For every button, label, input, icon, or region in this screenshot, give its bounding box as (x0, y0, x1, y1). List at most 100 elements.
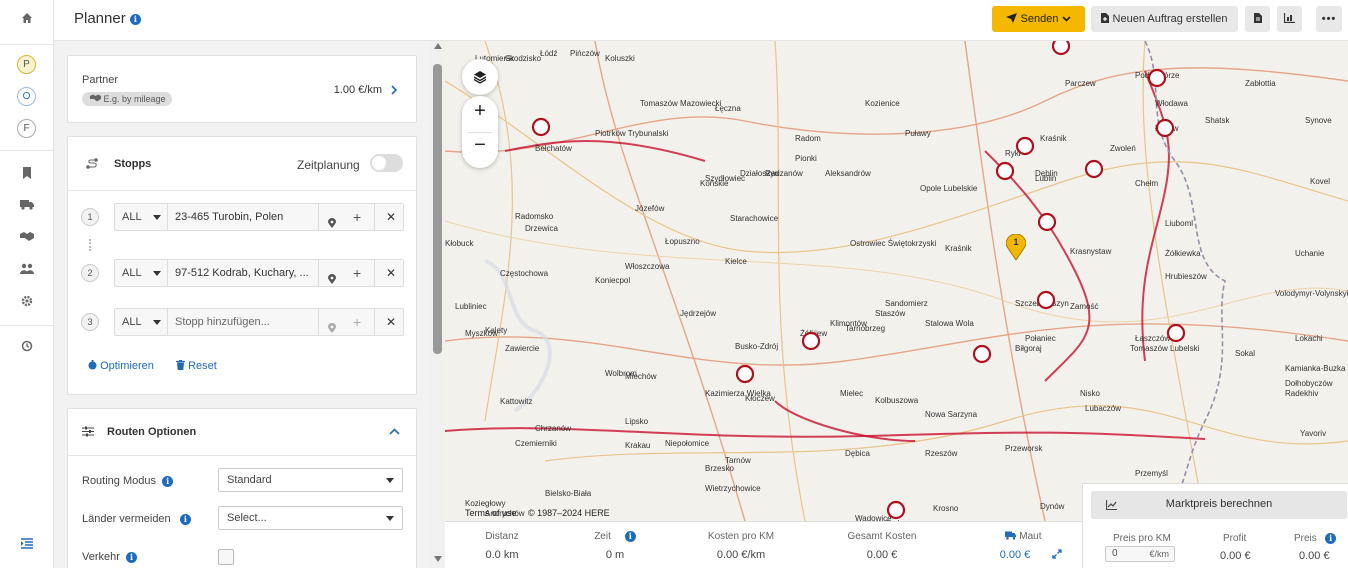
weight-restriction-sign (1084, 159, 1104, 179)
calculate-market-price-button[interactable]: Marktpreis berechnen (1091, 491, 1347, 519)
avoid-countries-select[interactable]: Select... (218, 506, 403, 530)
add-stop-icon[interactable]: + (353, 204, 361, 230)
layers-button[interactable] (462, 59, 498, 95)
map-city-label: Lubliniec (455, 302, 487, 311)
map-city-label: Lokachi (1295, 334, 1323, 343)
layers-icon (473, 71, 487, 84)
chart-button[interactable] (1277, 6, 1302, 32)
optimize-button[interactable]: Optimieren (88, 360, 154, 372)
map-pin-icon[interactable] (328, 212, 336, 228)
paper-plane-icon (1006, 13, 1018, 23)
map-city-label: Krasnystaw (1070, 247, 1112, 256)
add-stop-icon[interactable]: + (353, 260, 361, 286)
stop-filter-select[interactable]: ALL (122, 204, 167, 230)
stop-address-input[interactable]: 97-512 Kodrab, Kuchary, ... (175, 260, 315, 286)
map-city-label: Józefów (635, 204, 665, 213)
map-city-label: Stalowa Wola (925, 319, 974, 328)
add-stop-icon[interactable]: + (353, 309, 361, 335)
page-title: Planner i (74, 10, 141, 27)
route-map[interactable]: Łódź Lutomiersk Koluszki Tomaszów Mazowieck… (445, 41, 1348, 521)
map-city-label: Łęczna (715, 104, 741, 113)
traffic-checkbox[interactable] (218, 549, 234, 565)
map-city-label: Liuboml (1165, 219, 1193, 228)
map-city-label: Bełchatów (535, 144, 572, 153)
zoom-in-button[interactable]: + (462, 100, 498, 123)
map-copyright: © 1987–2024 HERE (528, 508, 610, 518)
avatar[interactable]: P (17, 55, 36, 74)
stop-address-input[interactable]: 23-465 Turobin, Polen (175, 204, 315, 230)
history-icon[interactable] (0, 340, 54, 355)
chevron-up-icon[interactable] (389, 428, 400, 435)
remove-stop-icon[interactable]: ✕ (386, 309, 396, 335)
stop-address-input[interactable]: Stopp hinzufügen... (175, 309, 315, 335)
map-city-label: Koluszki (605, 54, 635, 63)
map-city-label: Wietrzychowice (705, 484, 761, 493)
partner-rate: 1.00 €/km (333, 84, 382, 96)
info-icon[interactable]: i (126, 551, 138, 563)
map-canvas[interactable]: ŁódźLutomiersk KoluszkiTomaszów Mazowieck… (445, 41, 1348, 521)
map-city-label: Starachowice (730, 214, 779, 223)
weight-restriction-sign (995, 161, 1015, 181)
stop-number: 3 (81, 313, 99, 331)
avatar[interactable]: O (17, 87, 36, 106)
gear-icon[interactable] (0, 295, 54, 310)
users-icon[interactable] (0, 263, 54, 277)
chevron-right-icon[interactable] (391, 85, 398, 95)
info-icon[interactable]: i (1325, 533, 1337, 544)
remove-stop-icon[interactable]: ✕ (386, 260, 396, 286)
info-icon[interactable]: i (162, 475, 174, 487)
send-button[interactable]: Senden (992, 6, 1085, 32)
map-city-label: Dynów (1040, 502, 1065, 511)
map-city-label: Kozienice (865, 99, 900, 108)
map-city-label: Kielce (725, 257, 747, 266)
price-per-km-input[interactable]: 0 €/km (1105, 546, 1175, 562)
partner-card[interactable]: Partner E.g. by mileage 1.00 €/km (67, 55, 417, 123)
avatar[interactable]: F (17, 119, 36, 138)
map-city-label: Koziegłowy (465, 499, 505, 508)
sidebar-scrollbar[interactable] (430, 41, 445, 568)
collapse-menu-icon[interactable] (0, 538, 54, 552)
map-city-label: Koniecpol (595, 276, 630, 285)
map-city-label: Żółkiewka (1165, 249, 1201, 258)
new-order-button[interactable]: Neuen Auftrag erstellen (1091, 6, 1238, 32)
map-city-label: Dołhobyczów (1285, 379, 1333, 388)
map-city-label: Radzanów (765, 169, 803, 178)
bookmark-icon[interactable] (0, 167, 54, 182)
map-city-label: Tomaszów Mazowiecki (640, 99, 722, 108)
remove-stop-icon[interactable]: ✕ (386, 204, 396, 230)
truck-icon (1005, 531, 1017, 540)
map-city-label: Kolbuszowa (875, 396, 919, 405)
map-pin-icon[interactable] (328, 317, 336, 333)
map-city-label: Czemierniki (515, 439, 557, 448)
sliders-icon (82, 426, 94, 437)
map-city-label: Grodzisko (505, 54, 542, 63)
map-city-label: Krakau (625, 441, 650, 450)
info-icon[interactable]: i (179, 513, 191, 525)
scheduling-toggle[interactable] (370, 154, 403, 172)
info-icon[interactable]: i (129, 13, 141, 25)
expand-icon[interactable] (1052, 549, 1062, 559)
map-city-label: Aleksandrów (825, 169, 871, 178)
stop-marker[interactable]: 1 (1005, 233, 1027, 261)
routing-mode-label: Routing Modus i (82, 475, 174, 487)
routing-mode-select[interactable]: Standard (218, 468, 403, 492)
stop-filter-select[interactable]: ALL (122, 260, 167, 286)
zoom-out-button[interactable]: − (462, 134, 498, 157)
bar-chart-icon (1283, 13, 1295, 24)
map-city-label: Kłoczew (745, 394, 775, 403)
stop-filter-select[interactable]: ALL (122, 309, 167, 335)
truck-icon[interactable] (0, 199, 54, 213)
handshake-icon[interactable] (0, 231, 54, 245)
weight-restriction-sign (531, 117, 551, 137)
map-pin-icon[interactable] (328, 268, 336, 284)
terms-of-use-link[interactable]: Terms of use (465, 508, 517, 518)
more-options-button[interactable]: ••• (1316, 6, 1342, 32)
stop-row: ALL Stopp hinzufügen... + ✕ (114, 308, 404, 336)
stops-title: Stopps (114, 158, 152, 170)
route-options-card: Routen Optionen Routing Modus i Standard… (67, 408, 417, 568)
profit-value: 0.00 € (1220, 550, 1251, 562)
reset-button[interactable]: Reset (176, 359, 217, 372)
home-icon[interactable] (0, 12, 54, 27)
info-icon[interactable]: i (624, 531, 636, 542)
document-button[interactable] (1245, 6, 1270, 32)
